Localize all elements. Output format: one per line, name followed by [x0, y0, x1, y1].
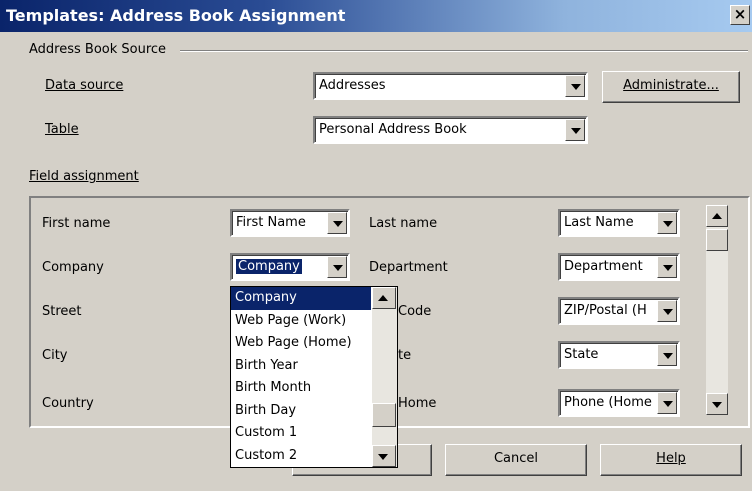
company-dropdown-list[interactable]: Company Web Page (Work) Web Page (Home) …	[230, 286, 398, 468]
chevron-down-icon[interactable]	[327, 256, 347, 278]
field-assignment-legend: Field assignment	[29, 169, 139, 184]
dropdown-option[interactable]: Custom 2	[231, 445, 371, 468]
last-name-label: Last name	[369, 216, 438, 231]
dropdown-options: Company Web Page (Work) Web Page (Home) …	[231, 287, 371, 467]
department-label: Department	[369, 260, 448, 275]
close-icon: ×	[733, 5, 747, 23]
chevron-down-icon[interactable]	[565, 75, 585, 97]
company-label: Company	[42, 260, 104, 275]
last-name-select[interactable]: Last Name	[558, 209, 680, 237]
table-select[interactable]: Personal Address Book	[313, 116, 588, 144]
dropdown-option[interactable]: Custom 1	[231, 422, 371, 445]
help-button[interactable]: Help	[600, 444, 742, 476]
company-select[interactable]: Company	[230, 253, 350, 281]
administrate-button[interactable]: Administrate...	[602, 71, 740, 103]
scroll-down-icon[interactable]	[372, 445, 396, 467]
department-select[interactable]: Department	[558, 253, 680, 281]
chevron-down-icon[interactable]	[565, 119, 585, 141]
chevron-down-icon[interactable]	[657, 392, 677, 414]
phone-home-value: Phone (Home	[564, 395, 652, 410]
dropdown-option[interactable]: Web Page (Home)	[231, 332, 371, 355]
dropdown-option[interactable]: Company	[231, 287, 371, 310]
chevron-down-icon[interactable]	[327, 212, 347, 234]
dropdown-option[interactable]: Web Page (Work)	[231, 310, 371, 333]
cancel-label: Cancel	[493, 451, 539, 466]
country-label: Country	[42, 396, 94, 411]
help-label: Help	[656, 451, 686, 466]
zip-code-value: ZIP/Postal (H	[564, 303, 647, 318]
group-separator	[180, 50, 748, 52]
phone-home-label: Home	[398, 396, 437, 411]
dropdown-scrollbar[interactable]	[372, 287, 397, 467]
chevron-down-icon[interactable]	[657, 256, 677, 278]
department-value: Department	[564, 259, 643, 274]
last-name-value: Last Name	[564, 215, 634, 230]
city-label: City	[42, 348, 68, 363]
zip-code-label: Code	[398, 304, 432, 319]
table-label: Table	[45, 122, 79, 137]
data-source-label: Data source	[45, 78, 124, 93]
first-name-label: First name	[42, 216, 111, 231]
company-value: Company	[236, 259, 302, 274]
first-name-select[interactable]: First Name	[230, 209, 350, 237]
field-panel-scrollbar[interactable]	[706, 205, 728, 415]
scroll-thumb[interactable]	[706, 229, 728, 251]
cancel-button[interactable]: Cancel	[445, 444, 587, 476]
state-select[interactable]: State	[558, 341, 680, 369]
state-label: te	[398, 348, 412, 363]
dropdown-option[interactable]: Birth Year	[231, 355, 371, 378]
dropdown-option[interactable]: Birth Month	[231, 377, 371, 400]
address-book-source-legend: Address Book Source	[29, 42, 167, 57]
scroll-down-icon[interactable]	[706, 393, 728, 415]
table-value: Personal Address Book	[319, 122, 467, 137]
administrate-label: Administrate...	[623, 78, 719, 93]
state-value: State	[564, 347, 599, 362]
phone-home-select[interactable]: Phone (Home	[558, 389, 680, 417]
zip-code-select[interactable]: ZIP/Postal (H	[558, 297, 680, 325]
chevron-down-icon[interactable]	[657, 212, 677, 234]
window-title: Templates: Address Book Assignment	[6, 6, 346, 25]
close-button[interactable]: ×	[730, 5, 750, 25]
data-source-select[interactable]: Addresses	[313, 72, 588, 100]
chevron-down-icon[interactable]	[657, 300, 677, 322]
title-bar: Templates: Address Book Assignment ×	[0, 0, 752, 32]
scroll-thumb[interactable]	[372, 403, 396, 427]
dropdown-option[interactable]: Birth Day	[231, 400, 371, 423]
first-name-value: First Name	[236, 215, 306, 230]
data-source-value: Addresses	[319, 78, 386, 93]
street-label: Street	[42, 304, 82, 319]
scroll-up-icon[interactable]	[706, 205, 728, 227]
scroll-up-icon[interactable]	[372, 287, 396, 309]
chevron-down-icon[interactable]	[657, 344, 677, 366]
